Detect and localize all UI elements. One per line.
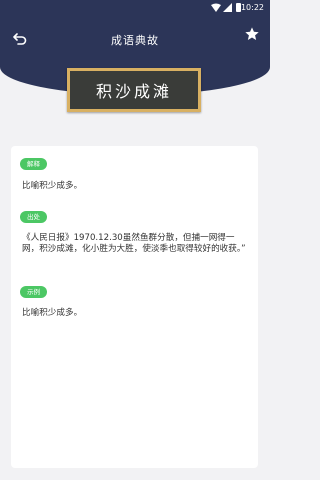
idiom-word: 积沙成滩: [95, 82, 172, 101]
favorite-button[interactable]: [244, 26, 260, 42]
source-text: 《人民日报》1970.12.30虽然鱼群分散，但捕一网得一网，积沙成滩，化小胜为…: [22, 233, 246, 254]
status-time: 10:22: [240, 3, 264, 12]
explanation-text: 比喻积少成多。: [22, 181, 83, 191]
signal-icon: [223, 3, 232, 12]
example-text: 比喻积少成多。: [22, 308, 83, 318]
tag-example: 示例: [20, 286, 47, 298]
status-bar: 10:22: [0, 0, 270, 16]
idiom-detail-card: 解释 比喻积少成多。 出处 《人民日报》1970.12.30虽然鱼群分散，但捕一…: [11, 146, 258, 468]
page-title: 成语典故: [111, 34, 159, 47]
tag-source: 出处: [20, 211, 47, 223]
star-icon: [245, 27, 259, 40]
wifi-icon: [211, 3, 221, 12]
idiom-board: 积沙成滩: [67, 68, 201, 112]
tag-explanation: 解释: [20, 158, 47, 170]
